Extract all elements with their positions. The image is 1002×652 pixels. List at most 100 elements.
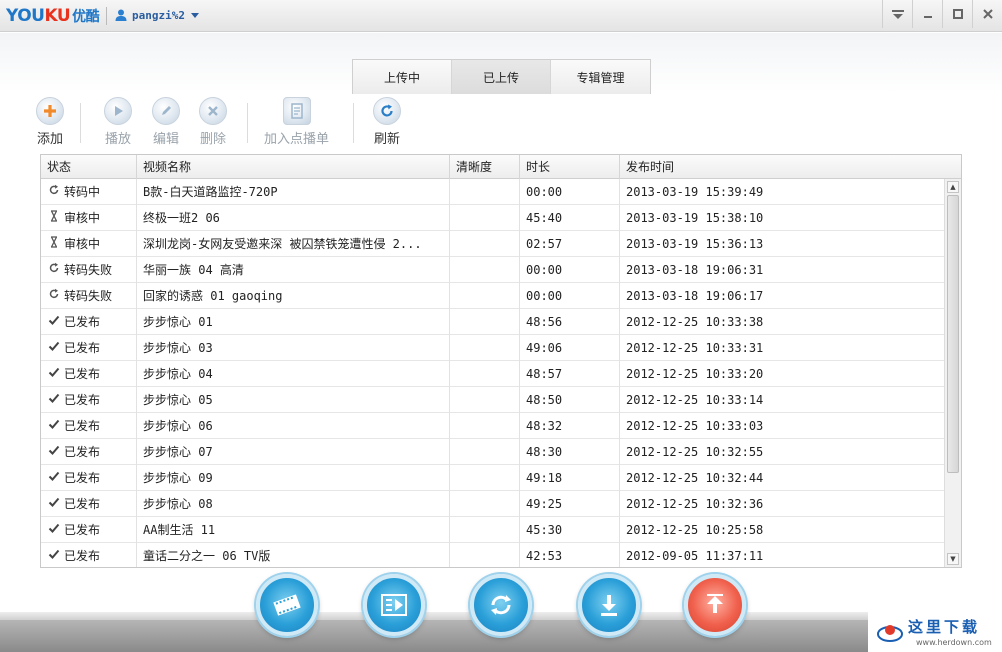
header-publish-time[interactable]: 发布时间	[620, 155, 961, 179]
header-quality[interactable]: 清晰度	[450, 155, 520, 179]
table-row[interactable]: 已发布 步步惊心 07 48:30 2012-12-25 10:32:55	[41, 439, 944, 465]
add-to-playlist-button[interactable]: 加入点播单	[264, 97, 329, 147]
toolbar-divider	[353, 103, 354, 143]
table-row[interactable]: 已发布 步步惊心 06 48:32 2012-12-25 10:33:03	[41, 413, 944, 439]
upload-icon	[707, 594, 723, 613]
publish-time-cell: 2013-03-18 19:06:17	[626, 289, 764, 303]
duration-cell: 00:00	[520, 257, 620, 283]
publish-time-cell: 2012-12-25 10:33:03	[626, 419, 764, 433]
publish-time-cell: 2012-12-25 10:32:36	[626, 497, 764, 511]
publish-time-cell: 2012-12-25 10:33:38	[626, 315, 764, 329]
publish-time-cell: 2012-12-25 10:32:44	[626, 471, 764, 485]
publish-time-cell: 2013-03-19 15:38:10	[626, 211, 764, 225]
quality-cell	[450, 491, 520, 517]
table-row[interactable]: 转码失败 回家的诱惑 01 gaoqing 00:00 2013-03-18 19:0…	[41, 283, 944, 309]
table-row[interactable]: 已发布 步步惊心 03 49:06 2012-12-25 10:33:31	[41, 335, 944, 361]
publish-time-cell: 2012-12-25 10:32:55	[626, 445, 764, 459]
scrollbar-thumb[interactable]	[947, 195, 959, 473]
window-menu-button[interactable]	[882, 0, 912, 28]
header-status[interactable]: 状态	[41, 155, 137, 179]
tab-album-management[interactable]: 专辑管理	[551, 60, 650, 94]
window-controls	[882, 0, 1002, 28]
check-icon	[47, 361, 61, 387]
quality-cell	[450, 465, 520, 491]
check-icon	[47, 309, 61, 335]
close-button[interactable]	[972, 0, 1002, 28]
video-name-cell: 步步惊心 03	[137, 335, 450, 361]
header-video-name[interactable]: 视频名称	[137, 155, 450, 179]
status-cell: 已发布	[41, 413, 137, 439]
check-icon	[47, 335, 61, 361]
header-duration[interactable]: 时长	[520, 155, 620, 179]
add-to-playlist-label: 加入点播单	[264, 132, 330, 147]
playlist-manager-button[interactable]	[363, 574, 425, 636]
minimize-button[interactable]	[912, 0, 942, 28]
delete-icon	[199, 97, 227, 125]
playlist-icon	[381, 594, 407, 616]
table-row[interactable]: 审核中 深圳龙岗-女网友受邀来深 被囚禁铁笼遭性侵 2... 02:57 2013-0…	[41, 231, 944, 257]
status-text: 已发布	[64, 341, 101, 355]
user-icon	[115, 9, 127, 21]
maximize-button[interactable]	[942, 0, 972, 28]
duration-cell: 00:00	[520, 283, 620, 309]
site-watermark: 这里下载 www.herdown.com	[868, 612, 1002, 652]
duration-cell: 48:32	[520, 413, 620, 439]
chevron-down-icon	[190, 12, 199, 18]
tab-uploaded[interactable]: 已上传	[452, 60, 551, 94]
table-row[interactable]: 转码中 B款-白天道路监控-720P 00:00 2013-03-19 15:39:4…	[41, 179, 944, 205]
video-manager-button[interactable]	[256, 574, 318, 636]
sync-icon	[47, 179, 61, 205]
status-cell: 已发布	[41, 517, 137, 543]
play-button[interactable]: 播放	[104, 97, 132, 147]
scroll-down-arrow-icon[interactable]: ▼	[947, 553, 959, 565]
duration-cell: 48:57	[520, 361, 620, 387]
download-button[interactable]	[578, 574, 640, 636]
upload-button[interactable]	[684, 574, 746, 636]
watermark-logo-icon	[877, 625, 903, 642]
quality-cell	[450, 517, 520, 543]
publish-time-cell: 2013-03-19 15:39:49	[626, 185, 764, 199]
status-cell: 转码失败	[41, 283, 137, 309]
hourglass-icon	[47, 205, 61, 231]
check-icon	[47, 465, 61, 491]
menu-down-icon	[891, 10, 904, 19]
refresh-button[interactable]: 刷新	[373, 97, 401, 147]
duration-cell: 49:06	[520, 335, 620, 361]
publish-time-cell: 2013-03-18 19:06:31	[626, 263, 764, 277]
table-row[interactable]: 已发布 童话二分之一 06 TV版 42:53 2012-09-05 11:37:11	[41, 543, 944, 567]
status-cell: 已发布	[41, 335, 137, 361]
scroll-up-arrow-icon[interactable]: ▲	[947, 181, 959, 193]
status-cell: 已发布	[41, 439, 137, 465]
delete-button[interactable]: 删除	[199, 97, 227, 147]
table-row[interactable]: 已发布 步步惊心 09 49:18 2012-12-25 10:32:44	[41, 465, 944, 491]
video-name-cell: 步步惊心 05	[137, 387, 450, 413]
table-row[interactable]: 已发布 步步惊心 04 48:57 2012-12-25 10:33:20	[41, 361, 944, 387]
user-menu[interactable]: pangzi%2	[114, 8, 199, 22]
check-icon	[47, 413, 61, 439]
tab-uploading[interactable]: 上传中	[353, 60, 452, 94]
watermark-text: 这里下载	[908, 618, 981, 636]
watermark-url: www.herdown.com	[916, 638, 992, 647]
quality-cell	[450, 361, 520, 387]
vertical-scrollbar[interactable]: ▲ ▼	[944, 179, 961, 567]
status-cell: 已发布	[41, 309, 137, 335]
video-name-cell: B款-白天道路监控-720P	[137, 179, 450, 205]
transcode-button[interactable]	[470, 574, 532, 636]
refresh-label: 刷新	[373, 132, 400, 147]
video-table: 状态 视频名称 清晰度 时长 发布时间 转码中 B款-白天道路监控-720P 00:…	[40, 154, 962, 568]
table-row[interactable]: 转码失败 华丽一族 04 高清 00:00 2013-03-18 19:06:31	[41, 257, 944, 283]
duration-cell: 49:18	[520, 465, 620, 491]
playlist-add-icon	[282, 97, 311, 125]
video-name-cell: 步步惊心 01	[137, 309, 450, 335]
table-row[interactable]: 已发布 步步惊心 08 49:25 2012-12-25 10:32:36	[41, 491, 944, 517]
check-icon	[47, 543, 61, 567]
table-row[interactable]: 已发布 步步惊心 01 48:56 2012-12-25 10:33:38	[41, 309, 944, 335]
edit-button[interactable]: 编辑	[152, 97, 180, 147]
table-row[interactable]: 已发布 AA制生活 11 45:30 2012-12-25 10:25:58	[41, 517, 944, 543]
duration-cell: 45:30	[520, 517, 620, 543]
status-text: 已发布	[64, 367, 101, 381]
table-row[interactable]: 已发布 步步惊心 05 48:50 2012-12-25 10:33:14	[41, 387, 944, 413]
table-row[interactable]: 审核中 终极一班2 06 45:40 2013-03-19 15:38:10	[41, 205, 944, 231]
status-text: 转码失败	[64, 263, 113, 277]
add-button[interactable]: 添加	[36, 97, 64, 147]
